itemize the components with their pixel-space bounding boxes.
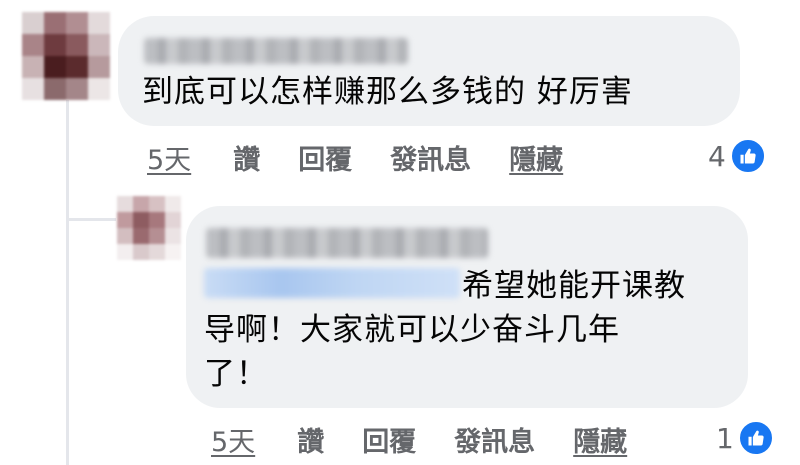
comment-bubble: 到底可以怎样赚那么多钱的 好厉害 — [118, 16, 740, 126]
comment-actions: 5天 讚 回覆 發訊息 隱藏 — [147, 138, 563, 177]
reply-thread-line — [66, 100, 69, 465]
hide-button[interactable]: 隱藏 — [573, 420, 627, 459]
comment-text-line: 希望她能开课教 — [462, 268, 686, 304]
message-button[interactable]: 發訊息 — [390, 138, 471, 177]
comment-actions: 5天 讚 回覆 發訊息 隱藏 — [211, 420, 627, 459]
comment-text-line: 了！ — [204, 356, 268, 392]
message-button[interactable]: 發訊息 — [454, 420, 535, 459]
reaction-count: 1 — [716, 421, 734, 455]
reply-thread-branch — [66, 218, 116, 221]
like-icon — [729, 138, 766, 174]
timestamp-link[interactable]: 5天 — [211, 420, 255, 459]
timestamp-link[interactable]: 5天 — [147, 138, 191, 177]
comment-text: 到底可以怎样赚那么多钱的 好厉害 — [142, 74, 633, 110]
avatar[interactable] — [117, 196, 181, 260]
reaction-summary[interactable]: 4 — [708, 138, 766, 174]
reaction-summary[interactable]: 1 — [716, 420, 774, 456]
avatar[interactable] — [22, 12, 110, 100]
author-name-redacted[interactable] — [206, 228, 488, 258]
comment-text-line: 导啊！大家就可以少奋斗几年 — [204, 312, 620, 348]
reply-button[interactable]: 回覆 — [362, 420, 416, 459]
like-button[interactable]: 讚 — [233, 138, 260, 177]
hide-button[interactable]: 隱藏 — [509, 138, 563, 177]
mention-link-redacted[interactable] — [204, 268, 460, 298]
like-button[interactable]: 讚 — [297, 420, 324, 459]
reaction-count: 4 — [708, 139, 726, 173]
reply-button[interactable]: 回覆 — [298, 138, 352, 177]
author-name-redacted[interactable] — [144, 38, 408, 64]
like-icon — [737, 420, 774, 456]
comment-bubble: 希望她能开课教 导啊！大家就可以少奋斗几年 了！ — [186, 206, 748, 408]
